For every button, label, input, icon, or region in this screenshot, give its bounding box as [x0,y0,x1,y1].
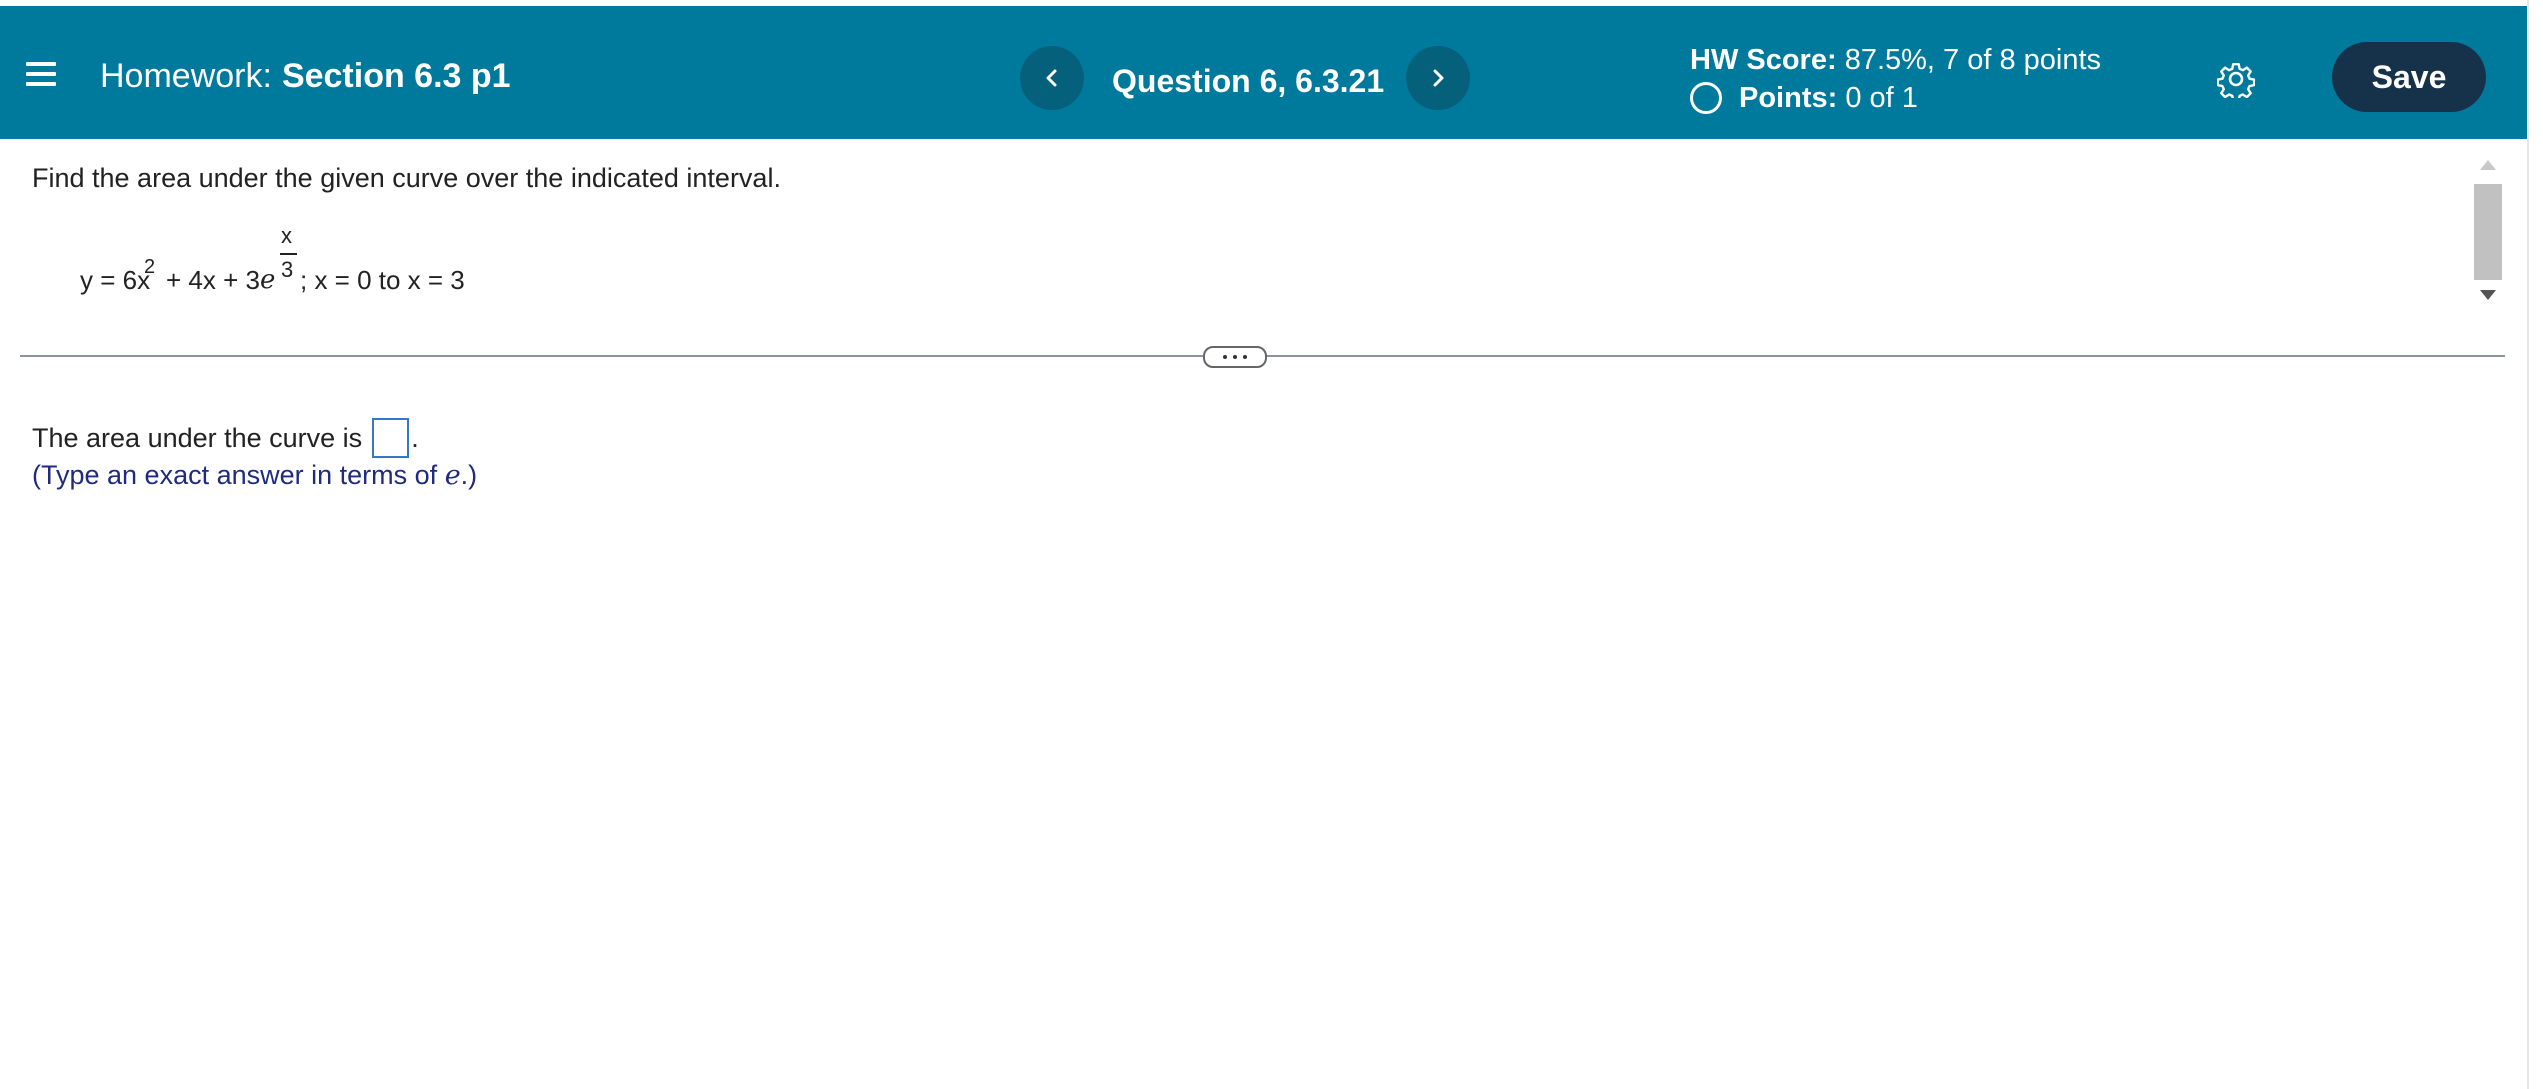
hamburger-menu-icon[interactable] [26,60,58,88]
chevron-right-icon [1433,69,1444,87]
hw-score-label: HW Score: [1690,44,1837,76]
previous-question-button[interactable] [1020,46,1084,110]
equation-middle: + 4x + 3 [166,265,260,295]
status-circle-icon [1690,82,1722,114]
equation: y = 6x 2 + 4x + 3 e x 3 ; x = 0 to x = 3 [80,215,520,305]
equation-fraction-denominator: 3 [281,257,294,282]
answer-line: The area under the curve is . [32,418,419,458]
scroll-up-arrow-icon[interactable] [2480,160,2496,170]
hw-score-value: 87.5%, 7 of 8 points [1844,44,2102,76]
equation-lhs: y = 6x [80,265,151,295]
equation-exponent-2: 2 [144,256,156,278]
window-edge [2527,0,2543,1089]
scroll-down-arrow-icon[interactable] [2480,290,2496,300]
hint-start: (Type an exact answer in terms of [32,460,438,490]
points-value: 0 of 1 [1845,82,1918,114]
chevron-left-icon [1046,69,1057,87]
question-prompt: Find the area under the given curve over… [32,163,781,193]
scrollbar[interactable] [2471,150,2505,314]
header-bar: Homework: Section 6.3 p1 Question 6, 6.3.… [0,6,2527,139]
points-label: Points: [1739,82,1838,114]
scrollbar-thumb[interactable] [2474,184,2502,280]
hint-e: e [444,460,461,491]
answer-hint: (Type an exact answer in terms of e.) [32,458,477,493]
hint-end: .) [460,460,478,490]
homework-label: Homework: [100,57,272,95]
equation-e: e [260,265,276,295]
homework-title: Homework: Section 6.3 p1 [100,56,511,96]
section-title: Section 6.3 p1 [281,57,511,95]
answer-input[interactable] [372,418,410,458]
gear-icon[interactable] [2217,60,2255,98]
next-question-button[interactable] [1406,46,1470,110]
answer-prefix: The area under the curve is [32,423,363,453]
equation-interval: ; x = 0 to x = 3 [300,265,465,295]
save-button[interactable]: Save [2332,42,2486,112]
hw-score: HW Score: 87.5%, 7 of 8 points [1690,42,2101,78]
answer-suffix: . [411,423,419,453]
question-label: Question 6, 6.3.21 [1112,63,1385,99]
splitter-handle[interactable] [1203,346,1267,368]
equation-fraction-numerator: x [281,223,292,248]
question-points: Points: 0 of 1 [1690,80,1918,116]
